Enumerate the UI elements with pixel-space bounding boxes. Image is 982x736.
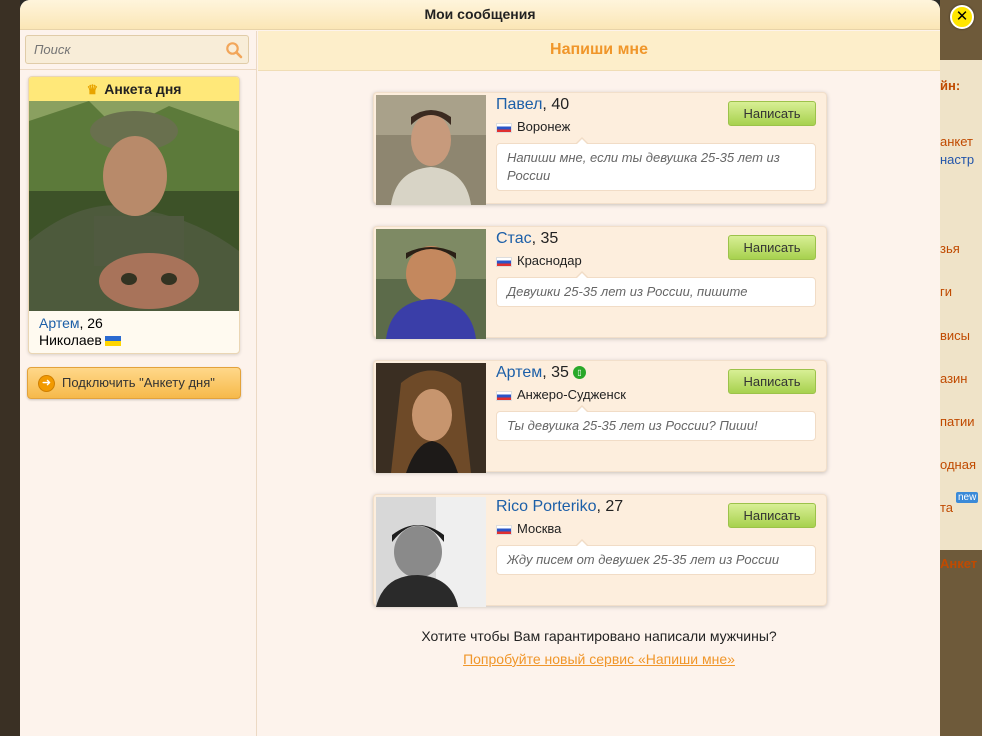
promo-text: Хотите чтобы Вам гарантировано написали … — [421, 628, 777, 644]
connect-anketa-dnya-button[interactable]: ➜ Подключить "Анкету дня" — [27, 367, 241, 399]
profile-city: Николаев — [39, 332, 102, 348]
user-photo[interactable] — [376, 95, 486, 205]
write-me-panel: Напиши мне Павел, 40 Воронеж Написать На… — [258, 31, 940, 736]
modal-title: Мои сообщения — [20, 0, 940, 30]
panel-title: Напиши мне — [258, 31, 940, 71]
write-button[interactable]: Написать — [728, 503, 816, 528]
arrow-right-icon: ➜ — [38, 375, 55, 392]
user-message: Напиши мне, если ты девушка 25-35 лет из… — [496, 137, 816, 191]
bg-fragment: одная — [940, 457, 976, 472]
write-button[interactable]: Написать — [728, 101, 816, 126]
user-age: , 27 — [596, 498, 624, 515]
user-name-link[interactable]: Артем — [496, 364, 542, 381]
bg-fragment: анкет — [940, 134, 973, 149]
write-button[interactable]: Написать — [728, 369, 816, 394]
profile-age: , 26 — [79, 315, 103, 331]
user-age: , 35 — [531, 230, 559, 247]
background-left-edge — [0, 0, 20, 736]
user-name: Павел, 40 — [496, 96, 569, 114]
close-button[interactable]: ✕ — [950, 5, 974, 29]
search-box — [25, 35, 249, 64]
bg-fragment: Анкет — [940, 556, 978, 571]
user-message: Девушки 25-35 лет из России, пишите — [496, 271, 816, 307]
background-page-edge: йн: анкет настр зья ги висы азин патии о… — [940, 0, 982, 736]
bg-fragment: зья — [940, 241, 960, 256]
user-card: Артем, 35 ▯ Анжеро-Судженск Написать Ты д… — [373, 360, 827, 473]
city-label: Анжеро-Судженск — [517, 387, 626, 402]
ru-flag-icon — [496, 122, 512, 133]
city-label: Воронеж — [517, 119, 571, 134]
bg-fragment: ги — [940, 284, 953, 299]
user-city: Воронеж — [496, 119, 570, 134]
anketa-dnya-header: ♛ Анкета дня — [29, 77, 239, 101]
search-input[interactable] — [26, 36, 216, 63]
user-photo[interactable] — [376, 497, 486, 607]
promo-link[interactable]: Попробуйте новый сервис «Напиши мне» — [463, 651, 735, 667]
user-card: Павел, 40 Воронеж Написать Напиши мне, е… — [373, 92, 827, 205]
ru-flag-icon — [496, 256, 512, 267]
user-age: , 35 — [542, 364, 569, 381]
search-icon[interactable] — [225, 41, 243, 59]
user-message: Жду писем от девушек 25-35 лет из России — [496, 539, 816, 575]
bg-fragment: висы — [940, 328, 971, 343]
bg-fragment: азин — [940, 371, 968, 386]
write-button[interactable]: Написать — [728, 235, 816, 260]
bg-fragment: йн: — [940, 78, 961, 93]
user-name: Артем, 35 ▯ — [496, 364, 586, 382]
user-photo[interactable] — [376, 363, 486, 473]
messages-modal: Мои сообщения ♛ Анкета дня — [20, 0, 940, 736]
profile-photo[interactable] — [29, 101, 239, 311]
city-label: Москва — [517, 521, 562, 536]
anketa-dnya-info: Артем, 26 Николаев — [29, 311, 239, 353]
user-photo[interactable] — [376, 229, 486, 339]
user-name: Rico Porteriko, 27 — [496, 498, 623, 516]
user-city: Анжеро-Судженск — [496, 387, 626, 402]
crown-icon: ♛ — [86, 82, 99, 97]
online-icon: ▯ — [572, 366, 586, 380]
user-card: Rico Porteriko, 27 Москва Написать Жду п… — [373, 494, 827, 607]
city-label: Краснодар — [517, 253, 582, 268]
user-city: Москва — [496, 521, 561, 536]
ru-flag-icon — [496, 390, 512, 401]
close-icon: ✕ — [955, 7, 969, 25]
profile-name-link[interactable]: Артем — [39, 315, 79, 331]
user-name-link[interactable]: Павел — [496, 96, 542, 113]
ru-flag-icon — [496, 524, 512, 535]
bg-fragment: та — [940, 500, 954, 515]
user-message: Ты девушка 25-35 лет из России? Пиши! — [496, 405, 816, 441]
connect-button-label: Подключить "Анкету дня" — [62, 375, 215, 390]
anketa-dnya-card[interactable]: ♛ Анкета дня Артем, 26 Николаев — [28, 76, 240, 354]
user-name: Стас, 35 — [496, 230, 558, 248]
ua-flag-icon — [104, 336, 121, 347]
divider — [20, 69, 257, 70]
user-card: Стас, 35 Краснодар Написать Девушки 25-3… — [373, 226, 827, 339]
sidebar: ♛Анкета дня Артем, 26 Николаев ➜ Под — [20, 31, 257, 736]
anketa-dnya-title: Анкета дня — [104, 81, 182, 97]
user-name-link[interactable]: Rico Porteriko — [496, 498, 596, 515]
user-city: Краснодар — [496, 253, 582, 268]
user-name-link[interactable]: Стас — [496, 230, 532, 247]
bg-fragment: патии — [940, 414, 975, 429]
bg-fragment: настр — [940, 152, 975, 167]
promo-link-container: Попробуйте новый сервис «Напиши мне» — [258, 651, 940, 667]
bg-fragment: new — [956, 492, 979, 503]
user-age: , 40 — [542, 96, 570, 113]
